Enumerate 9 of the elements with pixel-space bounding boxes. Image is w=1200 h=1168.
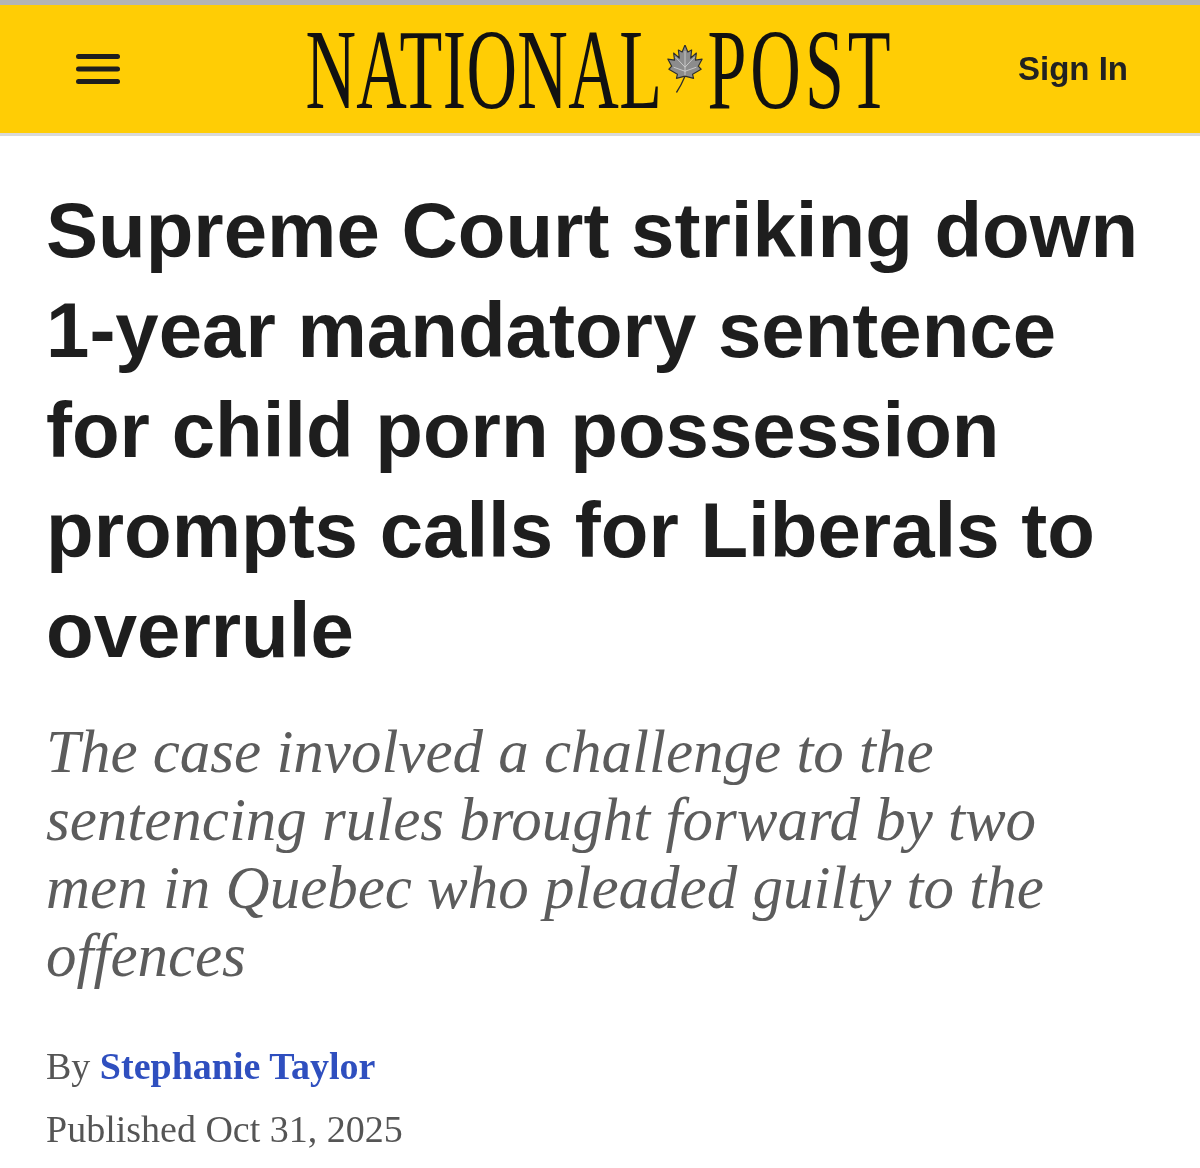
published-date: Published Oct 31, 2025 bbox=[46, 1107, 403, 1152]
sign-in-button[interactable]: Sign In bbox=[1018, 49, 1128, 89]
masthead-logo[interactable]: NATIONAL POST bbox=[305, 28, 895, 114]
byline-prefix: By bbox=[46, 1045, 91, 1087]
menu-icon[interactable] bbox=[76, 53, 120, 85]
article-deck: The case involved a challenge to the sentencing rules brought forward by two men in Quebec who pleaded guilty to the offences bbox=[46, 718, 1045, 990]
author-link[interactable]: Stephanie Taylor bbox=[99, 1045, 376, 1087]
maple-leaf-icon bbox=[666, 44, 705, 94]
headline: Supreme Court striking down 1-year mandatory sentence for child porn possession prompts calls for Liberals to overrule bbox=[46, 185, 1140, 676]
